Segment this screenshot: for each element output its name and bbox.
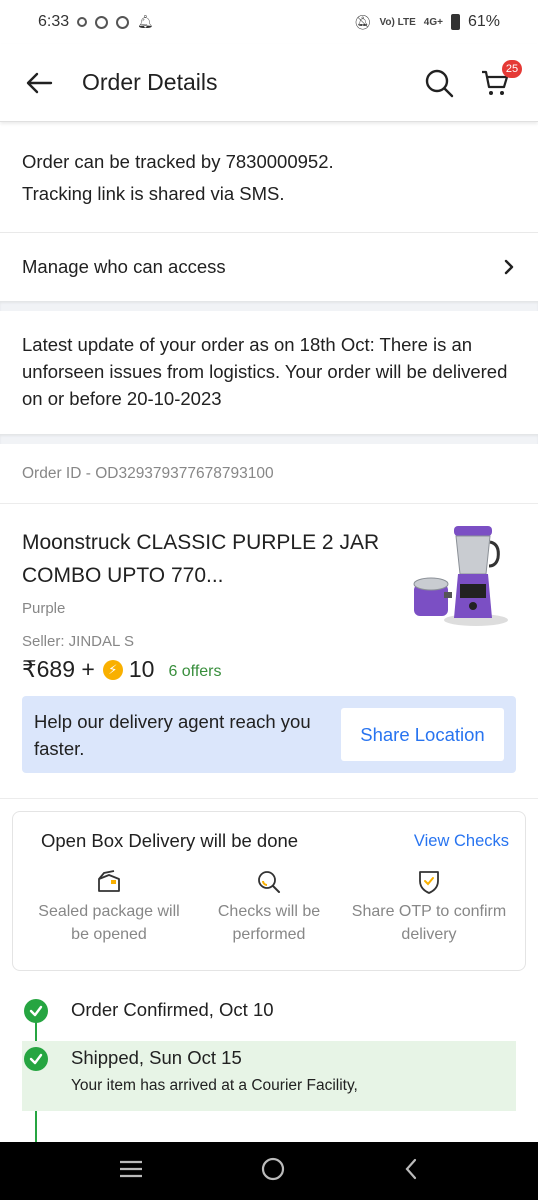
page-title: Order Details: [82, 69, 218, 95]
timeline-step-title: Order Confirmed, Oct 10: [71, 999, 274, 1020]
open-box-item: Share OTP to confirm delivery: [349, 868, 509, 946]
open-box-title: Open Box Delivery will be done: [41, 830, 299, 851]
coin-count: 10: [128, 656, 155, 682]
status-bar: 6:33 🔔︎ 🔕︎ Vo) LTE 4G+ 61%: [0, 0, 538, 44]
bell-icon: 🔔︎: [137, 14, 154, 29]
home-button[interactable]: [260, 1156, 286, 1187]
product-name: Moonstruck CLASSIC PURPLE 2 JAR COMBO UP…: [22, 531, 380, 587]
chevron-left-icon: [405, 1158, 417, 1179]
tracking-line-1: Order can be tracked by 7830000952.: [22, 151, 334, 172]
battery-level: 61%: [467, 13, 500, 30]
cart-button[interactable]: 25: [478, 59, 522, 100]
order-id: Order ID - OD329379377678793100: [0, 444, 538, 504]
search-icon: [425, 69, 454, 97]
app-icon: [95, 15, 109, 29]
open-box-item-label: Sealed package will be opened: [38, 903, 180, 943]
order-timeline: Order Confirmed, Oct 10 Shipped, Sun Oct…: [0, 999, 538, 1171]
back-button[interactable]: [22, 66, 56, 100]
back-nav-button[interactable]: [402, 1157, 420, 1186]
app-bar: Order Details 25: [0, 44, 538, 122]
check-icon: [24, 1047, 48, 1071]
search-button[interactable]: [422, 66, 456, 100]
offers-link[interactable]: 6 offers: [168, 663, 221, 681]
tracking-line-2: Tracking link is shared via SMS.: [22, 183, 285, 204]
status-time: 6:33: [38, 13, 70, 30]
menu-icon: [120, 1160, 142, 1177]
back-arrow-icon: [26, 72, 53, 93]
recents-button[interactable]: [118, 1159, 144, 1184]
timeline-step-current[interactable]: Shipped, Sun Oct 15 Your item has arrive…: [22, 1041, 516, 1111]
check-icon: [24, 999, 48, 1023]
product-seller: Seller: JINDAL S: [22, 633, 134, 650]
order-update-message: Latest update of your order as on 18th O…: [22, 334, 508, 409]
tracking-info: Order can be tracked by 7830000952. Trac…: [0, 122, 538, 232]
notification-icon: [77, 17, 88, 27]
home-circle-icon: [261, 1157, 285, 1180]
share-location-button[interactable]: Share Location: [341, 708, 504, 761]
manage-access-row[interactable]: Manage who can access: [0, 233, 538, 301]
battery-icon: [450, 14, 460, 30]
volte-label: Vo) LTE: [379, 16, 416, 28]
product-image: [413, 526, 508, 626]
manage-access-label: Manage who can access: [22, 256, 226, 277]
open-box-item-label: Share OTP to confirm delivery: [351, 903, 507, 943]
open-box-item-label: Checks will be performed: [217, 903, 321, 943]
chevron-right-icon: [504, 259, 514, 275]
product-variant: Purple: [22, 600, 66, 617]
view-checks-link[interactable]: View Checks: [414, 832, 509, 851]
mute-icon: 🔕︎: [353, 13, 372, 30]
supercoin-icon: ⚡: [102, 659, 123, 680]
network-label: 4G+: [423, 16, 443, 28]
product-card[interactable]: Moonstruck CLASSIC PURPLE 2 JAR COMBO UP…: [0, 504, 538, 696]
open-box-item: Checks will be performed: [189, 868, 349, 946]
delivery-help-banner: Help our delivery agent reach you faster…: [22, 696, 516, 773]
open-box-card: Open Box Delivery will be done View Chec…: [12, 811, 526, 971]
product-price: ₹689 +: [22, 656, 95, 682]
divider: [0, 798, 538, 799]
timeline-step-title: Shipped, Sun Oct 15: [71, 1047, 242, 1068]
timeline-step-subtitle: Your item has arrived at a Courier Facil…: [71, 1077, 358, 1094]
cart-count-badge: 25: [502, 59, 522, 78]
section-gap: [0, 301, 538, 311]
box-icon: [98, 870, 120, 892]
system-nav-bar: [0, 1142, 538, 1200]
open-box-item: Sealed package will be opened: [29, 868, 189, 946]
magnifier-icon: [258, 871, 280, 893]
timeline-step: Order Confirmed, Oct 10: [0, 999, 538, 1023]
section-gap: [0, 434, 538, 444]
delivery-help-text: Help our delivery agent reach you faster…: [34, 710, 311, 759]
shield-check-icon: [419, 871, 439, 894]
price-row: ₹689 + ⚡ 10 6 offers: [22, 656, 406, 683]
app-icon-2: [116, 15, 130, 29]
